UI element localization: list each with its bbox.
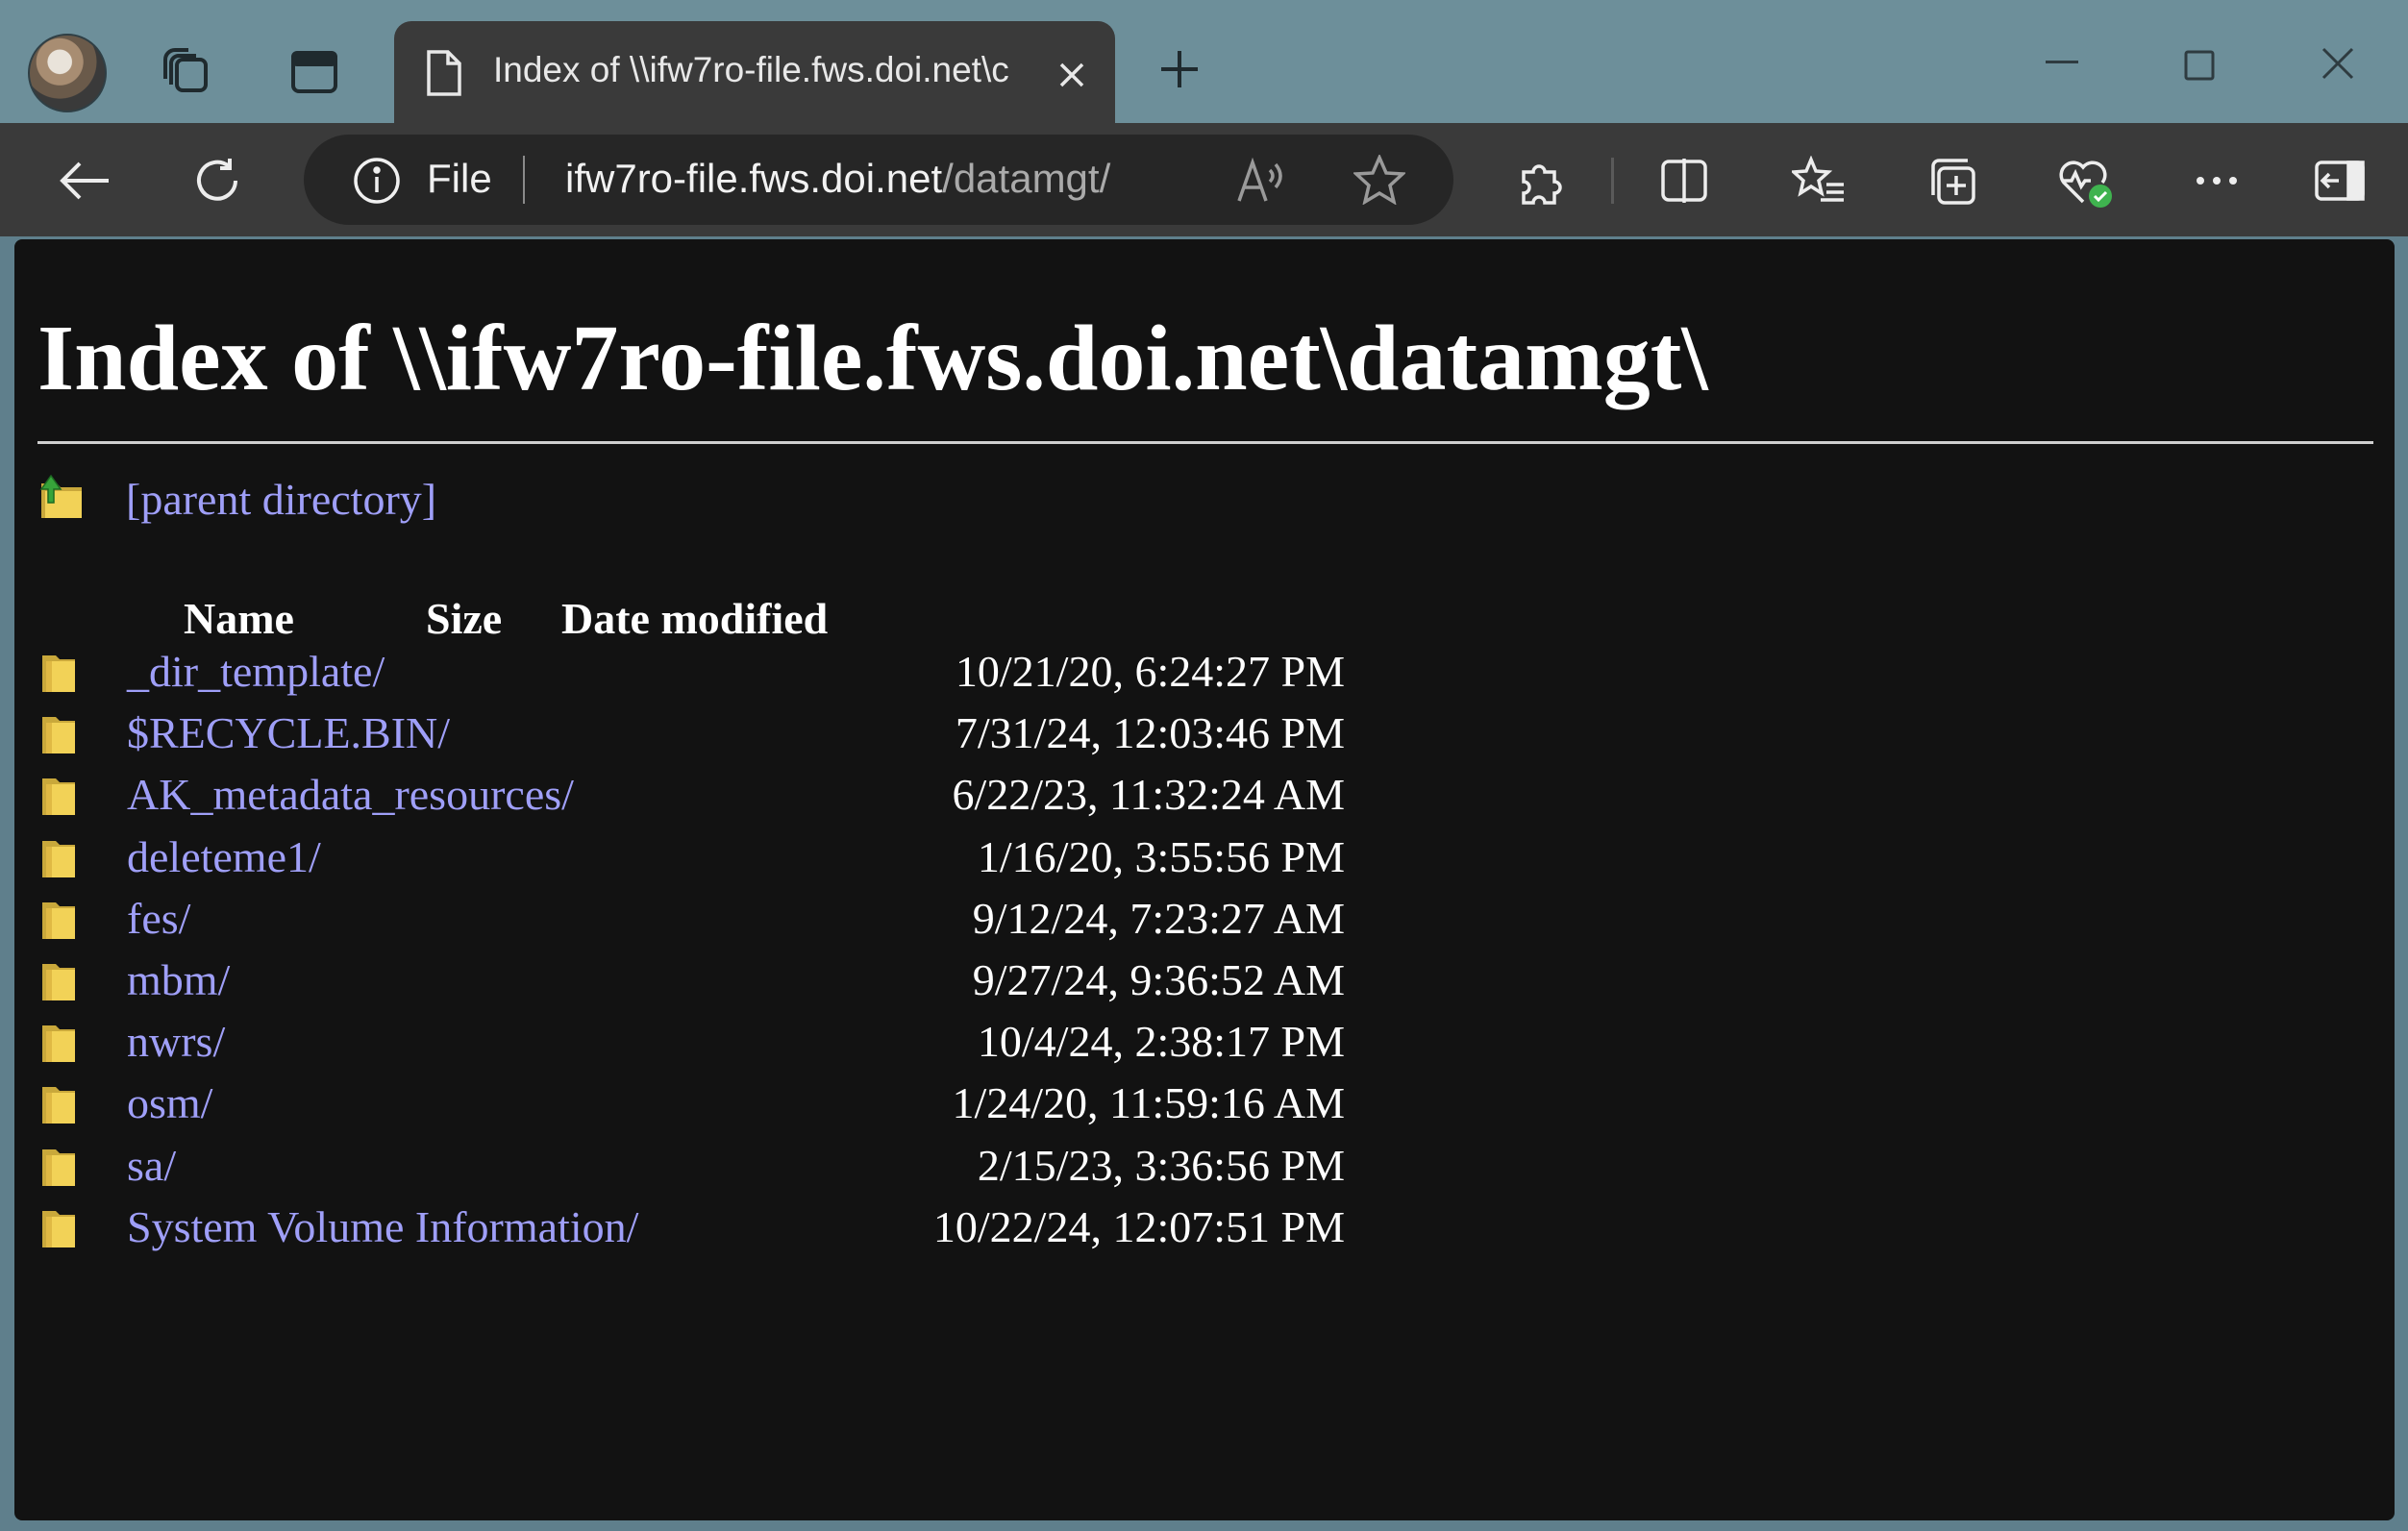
folder-link[interactable]: $RECYCLE.BIN/ [127,707,450,758]
horizontal-rule [37,441,2373,444]
title-bar: Index of \\ifw7ro-file.fws.doi.net\c [0,0,2408,127]
favorites-icon[interactable] [1790,152,1848,210]
back-icon[interactable] [56,152,113,210]
profile-avatar[interactable] [28,34,107,112]
folder-link[interactable]: AK_metadata_resources/ [127,769,574,820]
folder-icon [40,1144,77,1193]
date-modified: 7/31/24, 12:03:46 PM [955,708,1345,758]
folder-link[interactable]: fes/ [127,893,190,944]
folder-icon [40,711,77,760]
tab-title: Index of \\ifw7ro-file.fws.doi.net\c [493,50,1009,89]
address-bar[interactable]: File ifw7ro-file.fws.doi.net/datamgt/ [304,135,1453,225]
folder-link[interactable]: osm/ [127,1077,212,1128]
table-row: nwrs/10/4/24, 2:38:17 PM [37,1012,1345,1072]
workspaces-icon[interactable] [159,43,216,101]
table-row: fes/9/12/24, 7:23:27 AM [37,889,1345,949]
folder-up-icon [37,472,86,527]
column-header-name: Name [184,594,294,643]
folder-link[interactable]: mbm/ [127,954,230,1005]
read-aloud-icon[interactable] [1234,154,1288,208]
folder-link[interactable]: deleteme1/ [127,831,321,882]
parent-directory-link[interactable]: [parent directory] [126,474,436,525]
folder-icon [40,650,77,699]
folder-icon [40,958,77,1007]
info-icon[interactable] [352,156,402,206]
address-separator [523,156,525,204]
date-modified: 10/22/24, 12:07:51 PM [932,1201,1345,1251]
address-url[interactable]: ifw7ro-file.fws.doi.net/datamgt/ [565,156,1110,202]
date-modified: 1/24/20, 11:59:16 AM [952,1078,1346,1128]
maximize-icon[interactable] [2180,46,2219,85]
table-row: System Volume Information/10/22/24, 12:0… [37,1198,1345,1257]
column-header-date: Date modified [561,594,829,643]
folder-link[interactable]: _dir_template/ [127,646,385,697]
folder-icon [40,773,77,822]
date-modified: 2/15/23, 3:36:56 PM [977,1140,1345,1190]
toolbar-divider [1611,158,1614,204]
page-icon [417,44,471,102]
collections-icon[interactable] [1923,152,1980,210]
table-row: mbm/9/27/24, 9:36:52 AM [37,951,1345,1010]
column-header-size: Size [426,594,503,643]
table-row: osm/1/24/20, 11:59:16 AM [37,1074,1345,1133]
url-path: /datamgt/ [942,156,1111,201]
date-modified: 9/27/24, 9:36:52 AM [972,955,1345,1004]
split-screen-icon[interactable] [1655,152,1713,210]
date-modified: 1/16/20, 3:55:56 PM [977,831,1345,881]
vertical-tabs-icon[interactable] [285,43,343,101]
folder-icon [40,1205,77,1254]
close-window-icon[interactable] [2319,44,2357,83]
browser-essentials-icon[interactable] [2055,152,2117,213]
date-modified: 10/4/24, 2:38:17 PM [977,1017,1345,1067]
page-title: Index of \\ifw7ro-file.fws.doi.net\datam… [37,307,1708,410]
minimize-icon[interactable] [2043,48,2081,77]
refresh-icon[interactable] [188,152,246,210]
table-row: deleteme1/1/16/20, 3:55:56 PM [37,827,1345,887]
favorite-star-icon[interactable] [1352,152,1407,208]
address-scheme-label: File [427,156,492,201]
folder-link[interactable]: System Volume Information/ [127,1201,638,1252]
close-tab-icon[interactable] [1051,54,1093,96]
date-modified: 10/21/20, 6:24:27 PM [955,647,1345,696]
table-row: sa/2/15/23, 3:36:56 PM [37,1136,1345,1196]
url-host: ifw7ro-file.fws.doi.net [565,156,943,201]
folder-icon [40,1081,77,1130]
folder-icon [40,835,77,884]
page-content: Index of \\ifw7ro-file.fws.doi.net\datam… [14,239,2395,1520]
table-row: AK_metadata_resources/6/22/23, 11:32:24 … [37,765,1345,825]
extensions-icon[interactable] [1513,152,1571,210]
folder-link[interactable]: nwrs/ [127,1016,225,1067]
folder-icon [40,1020,77,1069]
new-tab-icon[interactable] [1154,43,1205,95]
table-row: _dir_template/10/21/20, 6:24:27 PM [37,642,1345,702]
more-options-icon[interactable] [2188,152,2246,210]
date-modified: 9/12/24, 7:23:27 AM [972,893,1345,943]
active-tab[interactable]: Index of \\ifw7ro-file.fws.doi.net\c [394,21,1115,127]
browser-toolbar: File ifw7ro-file.fws.doi.net/datamgt/ [0,123,2408,236]
folder-link[interactable]: sa/ [127,1140,176,1191]
sidebar-toggle-icon[interactable] [2311,152,2369,210]
table-row: $RECYCLE.BIN/7/31/24, 12:03:46 PM [37,704,1345,763]
folder-icon [40,897,77,946]
date-modified: 6/22/23, 11:32:24 AM [952,770,1346,820]
